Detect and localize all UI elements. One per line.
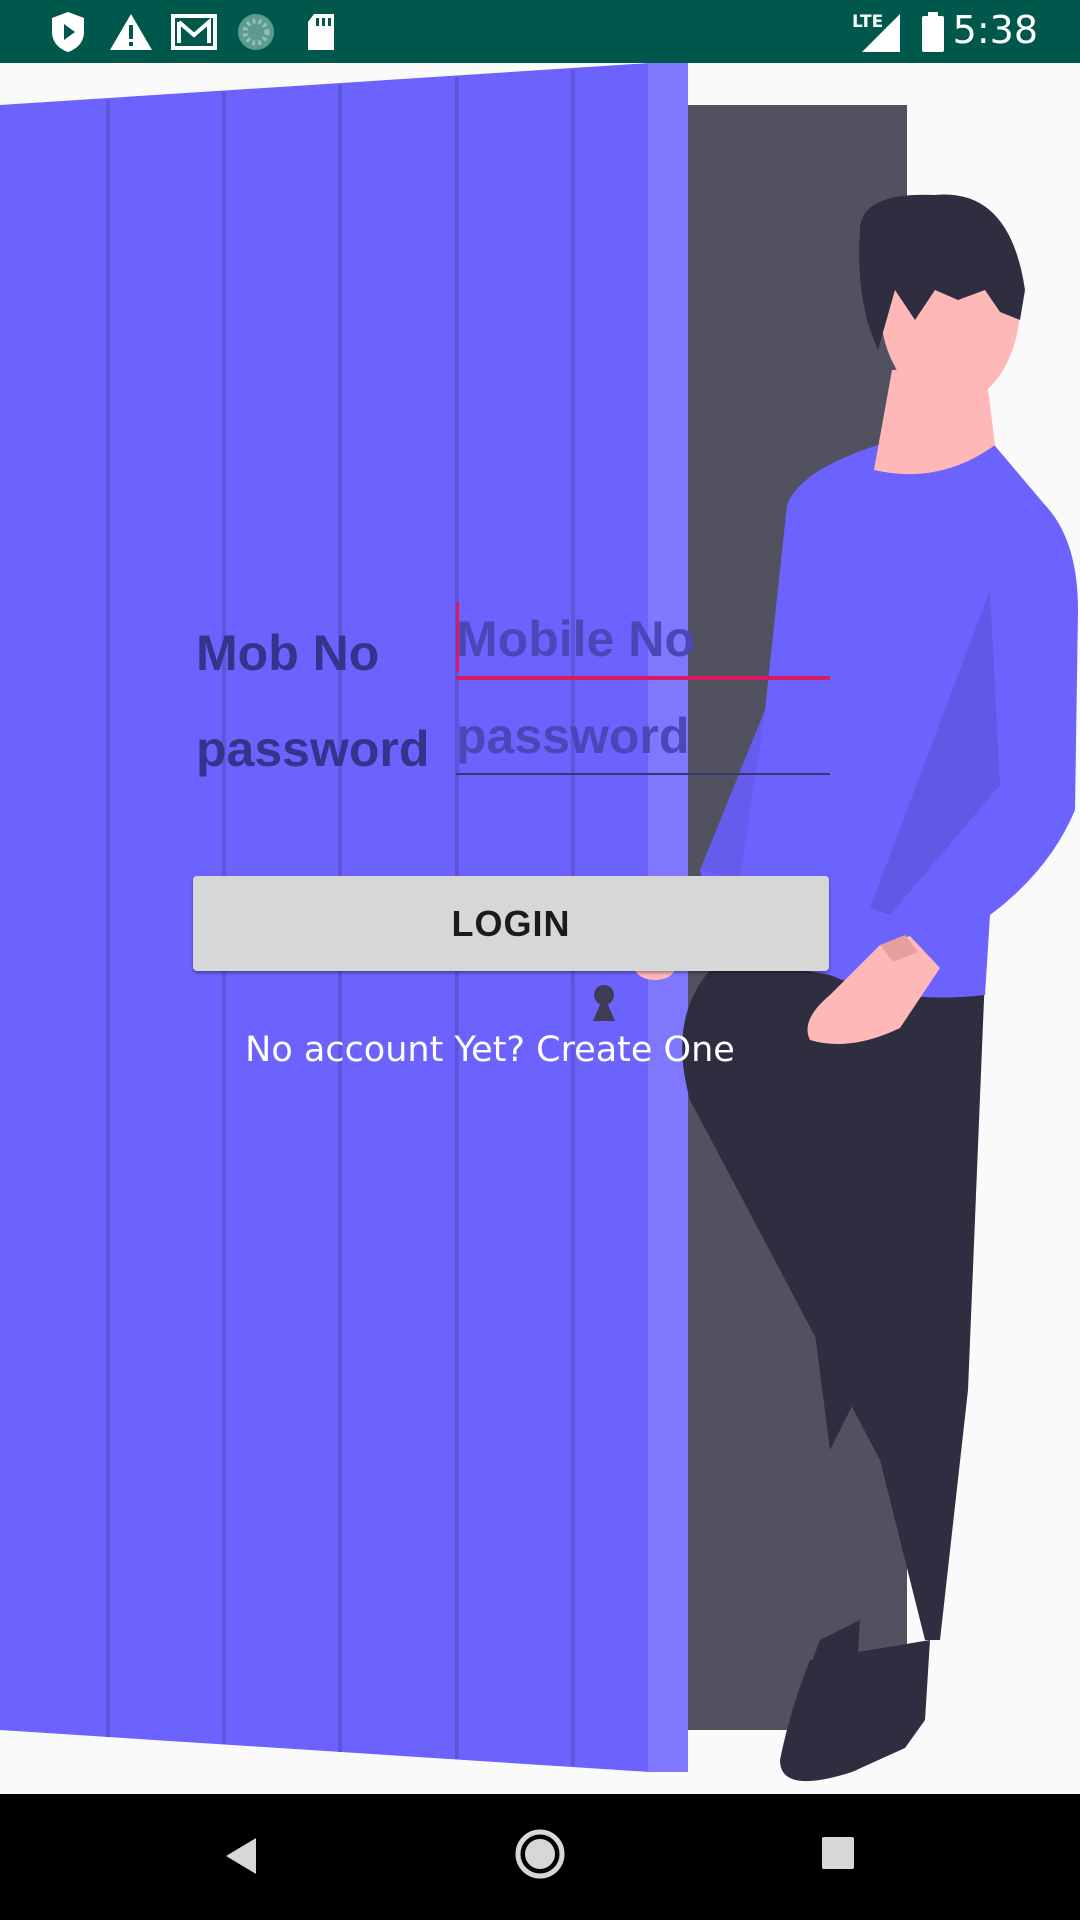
mobile-input-underline: [456, 676, 830, 680]
password-input-underline: [456, 773, 830, 775]
password-input[interactable]: [456, 697, 830, 775]
signal-icon: [862, 14, 900, 52]
recents-icon[interactable]: [820, 1835, 856, 1871]
clock: 5:38: [952, 8, 1038, 52]
password-label: password: [196, 721, 430, 777]
home-icon[interactable]: [514, 1828, 566, 1880]
navigation-bar: [0, 1794, 1080, 1920]
login-button[interactable]: LOGIN: [193, 876, 829, 971]
text-cursor: [456, 602, 459, 672]
battery-icon: [922, 12, 944, 52]
mobile-label: Mob No: [196, 625, 380, 681]
sd-card-icon: [308, 14, 334, 50]
create-account-link[interactable]: No account Yet? Create One: [0, 1030, 980, 1070]
back-icon[interactable]: [222, 1834, 262, 1878]
sync-progress-icon: [238, 14, 274, 50]
mobile-input[interactable]: [456, 600, 830, 678]
warning-icon: [110, 14, 152, 50]
status-bar: LTE 5:38: [0, 0, 1080, 63]
gmail-icon: [171, 14, 217, 50]
shield-play-icon: [52, 12, 84, 52]
